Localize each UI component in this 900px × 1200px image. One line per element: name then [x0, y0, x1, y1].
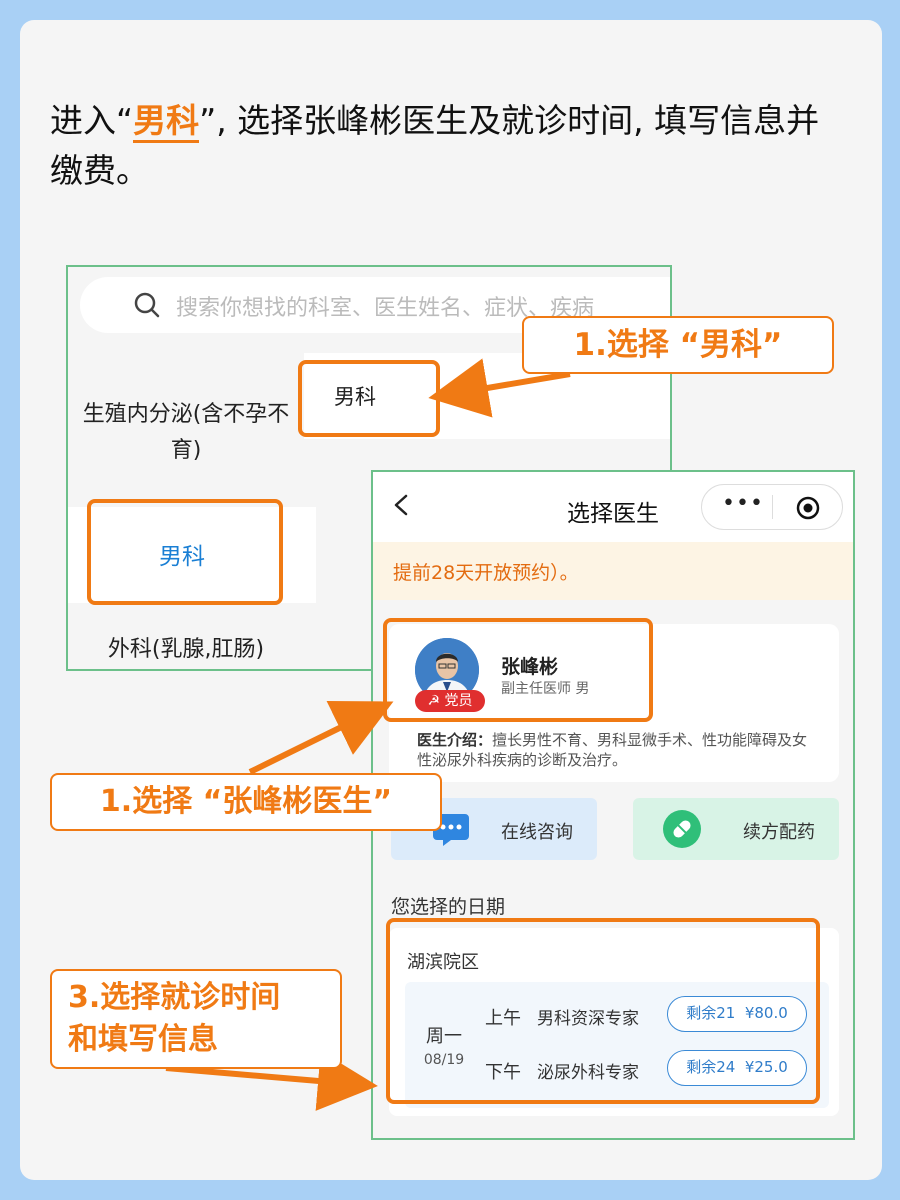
intro-prefix: 进入“ — [50, 101, 134, 140]
mini-program-capsule: ••• — [701, 484, 843, 530]
step1-department-callout: 1.选择 “男科” — [522, 316, 834, 374]
highlight-doctor — [383, 618, 653, 722]
step1-doctor-callout: 1.选择 “张峰彬医生” — [50, 773, 442, 831]
capsule-divider — [772, 495, 773, 519]
pill-icon — [663, 810, 701, 848]
highlight-left-andrology — [87, 499, 283, 605]
highlight-sub-andrology — [298, 360, 440, 437]
step3-time-callout: 3.选择就诊时间 和填写信息 — [50, 969, 342, 1069]
highlight-schedule — [386, 918, 820, 1104]
page-title: 选择医生 — [567, 501, 659, 527]
intro-highlight: 男科 — [133, 101, 200, 143]
dept-item-surgery[interactable]: 外科(乳腺,肛肠) — [68, 631, 304, 663]
more-icon[interactable]: ••• — [722, 491, 764, 516]
prescription-refill-label: 续方配药 — [743, 822, 815, 843]
search-icon — [134, 292, 160, 318]
online-consult-label: 在线咨询 — [501, 822, 573, 843]
notice-text: 提前28天开放预约）。 — [393, 562, 579, 584]
back-icon[interactable] — [393, 494, 409, 516]
close-target-icon[interactable] — [795, 495, 821, 521]
intro-label: 医生介绍： — [417, 731, 493, 749]
prescription-refill-button[interactable]: 续方配药 — [633, 798, 839, 860]
notice-bar: 提前28天开放预约）。 — [373, 542, 853, 600]
step3-line1: 3.选择就诊时间 — [68, 980, 281, 1015]
instruction-text: 进入“男科”, 选择张峰彬医生及就诊时间, 填写信息并缴费。 — [50, 96, 850, 196]
dept-item-reproductive[interactable]: 生殖内分泌(含不孕不育) — [68, 397, 304, 469]
doctor-introduction: 医生介绍：擅长男性不育、男科显微手术、性功能障碍及女性泌尿外科疾病的诊断及治疗。 — [417, 730, 817, 770]
nav-bar: 选择医生 ••• — [373, 472, 853, 542]
step3-line2: 和填写信息 — [68, 1022, 218, 1057]
selected-date-label: 您选择的日期 — [391, 896, 506, 918]
